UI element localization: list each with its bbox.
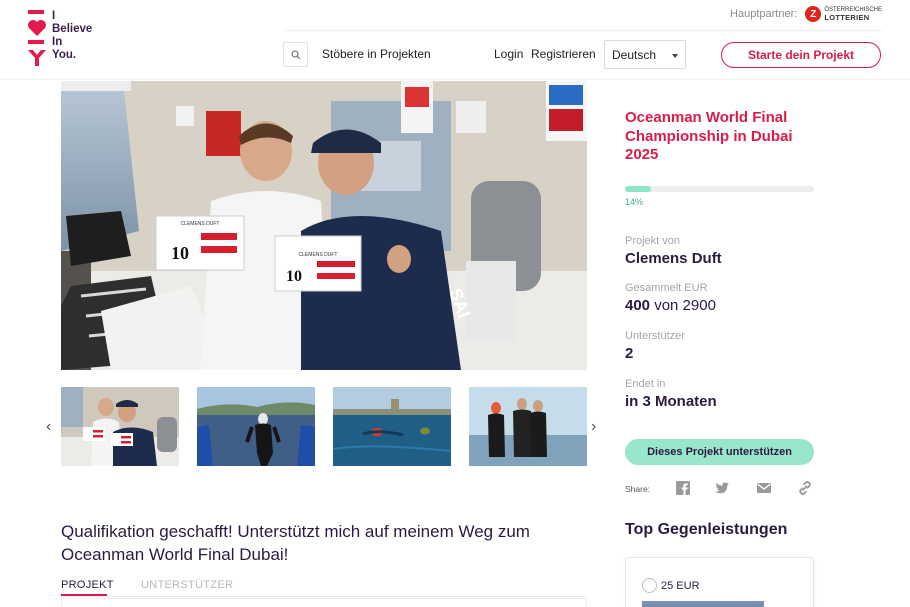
funding-progress-bar [625, 186, 814, 192]
start-project-button[interactable]: Starte dein Projekt [721, 42, 881, 68]
reward-image [642, 601, 764, 607]
project-title: Oceanman World Final Championship in Dub… [625, 109, 793, 163]
chevron-down-icon [672, 54, 678, 58]
svg-text:CLEMENS DUFT: CLEMENS DUFT [181, 221, 220, 227]
thumbnail-photo-swimmer-exit [197, 387, 315, 466]
supporters-label: Unterstützer [625, 330, 685, 342]
mail-icon[interactable] [756, 480, 772, 496]
header-divider [284, 30, 882, 31]
gallery-thumbnail[interactable] [333, 387, 451, 466]
hero-photo: SAI CLEMENS DUFT 10 CLEMENS DUFT 10 [61, 81, 587, 370]
link-icon[interactable] [797, 480, 813, 496]
gallery-prev-arrow[interactable]: ‹ [46, 418, 51, 436]
raised-label: Gesammelt EUR [625, 282, 708, 294]
partner-label: Hauptpartner: [730, 8, 798, 20]
share-label: Share: [625, 484, 651, 494]
gallery-thumbnail[interactable] [61, 387, 179, 466]
twitter-icon[interactable] [714, 480, 730, 496]
supporters-value: 2 [625, 345, 634, 362]
svg-text:10: 10 [286, 268, 302, 285]
thumbnail-photo-boat [61, 387, 179, 466]
heart-logo-icon [28, 10, 46, 66]
reward-amount: 25 EUR [661, 580, 700, 592]
reward-radio[interactable] [642, 578, 657, 593]
creator-name[interactable]: Clemens Duft [625, 250, 722, 267]
register-link[interactable]: Registrieren [531, 47, 596, 61]
project-headline: Qualifikation geschafft! Unterstützt mic… [61, 522, 530, 564]
tab-supporters[interactable]: UNTERSTÜTZER [141, 579, 233, 591]
support-project-button[interactable]: Dieses Projekt unterstützen [625, 439, 814, 465]
funding-progress-label: 14% [625, 197, 644, 207]
site-header: I Believe In You. Hauptpartner: Z österr… [0, 0, 910, 80]
gallery-thumbnail[interactable] [469, 387, 587, 466]
facebook-icon[interactable] [675, 480, 691, 496]
raised-value: 400 von 2900 [625, 297, 716, 314]
gallery-thumbnail[interactable] [197, 387, 315, 466]
reward-card[interactable]: 25 EUR [625, 557, 814, 607]
logo-wordmark: I Believe In You. [52, 10, 93, 61]
language-select[interactable]: Deutsch [604, 40, 686, 69]
browse-projects-link[interactable]: Stöbere in Projekten [322, 47, 431, 61]
search-icon [290, 49, 300, 59]
top-rewards-title: Top Gegenleistungen [625, 521, 788, 538]
funding-progress-fill [625, 186, 652, 192]
lotterien-logo[interactable]: Z österreichische LOTTERIEN [805, 6, 882, 22]
login-link[interactable]: Login [494, 47, 523, 61]
project-main-image[interactable]: SAI CLEMENS DUFT 10 CLEMENS DUFT 10 [61, 81, 587, 370]
project-content-panel [61, 598, 587, 607]
tabs-divider [61, 596, 587, 597]
search-button[interactable] [283, 42, 308, 67]
svg-text:10: 10 [171, 243, 189, 263]
tab-project[interactable]: PROJEKT [61, 579, 114, 596]
thumbnail-photo-swimmers-beach [469, 387, 587, 466]
lotterien-mark-icon: Z [805, 6, 822, 22]
ends-label: Endet in [625, 378, 666, 390]
site-logo[interactable]: I Believe In You. [26, 10, 116, 66]
creator-label: Projekt von [625, 235, 681, 247]
main-partner: Hauptpartner: Z österreichische LOTTERIE… [730, 5, 882, 23]
svg-text:CLEMENS DUFT: CLEMENS DUFT [299, 252, 338, 258]
ends-value: in 3 Monaten [625, 393, 717, 410]
language-value: Deutsch [612, 48, 657, 62]
gallery-next-arrow[interactable]: › [591, 418, 596, 436]
thumbnail-photo-open-water [333, 387, 451, 466]
